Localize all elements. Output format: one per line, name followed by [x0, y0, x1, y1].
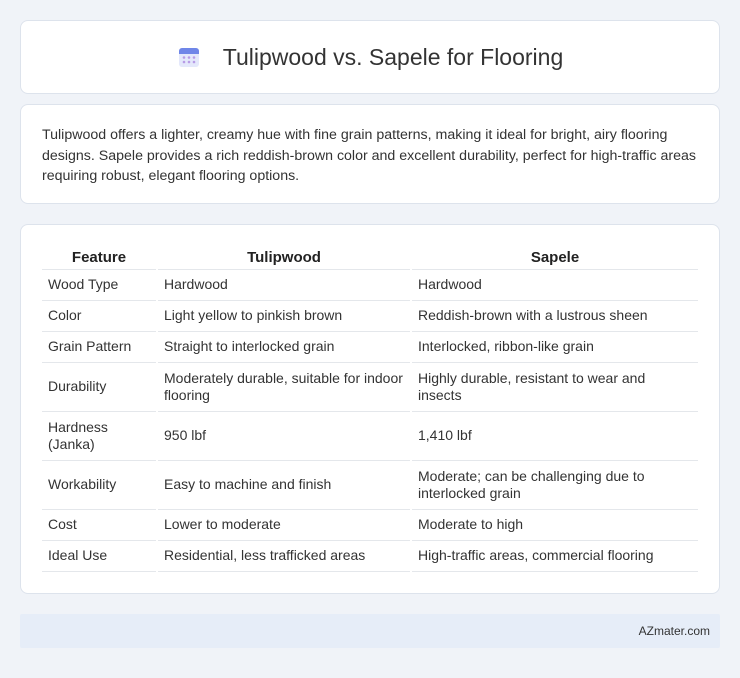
table-cell: Highly durable, resistant to wear and in…	[410, 362, 698, 412]
table-row: Durability Moderately durable, suitable …	[42, 362, 698, 412]
table-row: Ideal Use Residential, less trafficked a…	[42, 540, 698, 572]
table-cell: Hardwood	[410, 269, 698, 301]
table-cell: Color	[42, 300, 157, 332]
table-cell: High-traffic areas, commercial flooring	[410, 540, 698, 572]
table-cell: Moderate; can be challenging due to inte…	[410, 460, 698, 510]
column-header: Tulipwood	[156, 245, 411, 270]
column-header: Feature	[42, 245, 157, 270]
footer-brand: AZmater.com	[638, 624, 710, 638]
table-cell: Hardness (Janka)	[42, 411, 157, 461]
table-cell: Wood Type	[42, 269, 157, 301]
intro-card: Tulipwood offers a lighter, creamy hue w…	[20, 104, 720, 204]
table-row: Grain Pattern Straight to interlocked gr…	[42, 331, 698, 363]
table-row: Workability Easy to machine and finish M…	[42, 460, 698, 510]
comparison-card: Feature Tulipwood Sapele Wood Type Hardw…	[20, 224, 720, 594]
calendar-icon	[178, 48, 199, 67]
intro-text: Tulipwood offers a lighter, creamy hue w…	[42, 127, 697, 184]
table-cell: Residential, less trafficked areas	[156, 540, 411, 572]
column-header: Sapele	[410, 245, 698, 270]
table-cell: Cost	[42, 509, 157, 541]
table-cell: Interlocked, ribbon-like grain	[410, 331, 698, 363]
table-row: Wood Type Hardwood Hardwood	[42, 269, 698, 301]
table-cell: Workability	[42, 460, 157, 510]
table-cell: Lower to moderate	[156, 509, 411, 541]
table-cell: Hardwood	[156, 269, 411, 301]
comparison-table: Feature Tulipwood Sapele Wood Type Hardw…	[42, 245, 698, 572]
table-header-row: Feature Tulipwood Sapele	[42, 245, 698, 270]
page-title: Tulipwood vs. Sapele for Flooring	[222, 43, 564, 70]
table-cell: Grain Pattern	[42, 331, 157, 363]
table-cell: Ideal Use	[42, 540, 157, 572]
table-cell: Reddish-brown with a lustrous sheen	[410, 300, 698, 332]
table-cell: 1,410 lbf	[410, 411, 698, 461]
table-row: Hardness (Janka) 950 lbf 1,410 lbf	[42, 411, 698, 461]
table-cell: Light yellow to pinkish brown	[156, 300, 411, 332]
table-cell: 950 lbf	[156, 411, 411, 461]
footer: AZmater.com	[20, 614, 720, 648]
table-cell: Easy to machine and finish	[156, 460, 411, 510]
table-cell: Moderate to high	[410, 509, 698, 541]
table-cell: Durability	[42, 362, 157, 412]
table-row: Cost Lower to moderate Moderate to high	[42, 509, 698, 541]
table-row: Color Light yellow to pinkish brown Redd…	[42, 300, 698, 332]
table-cell: Straight to interlocked grain	[156, 331, 411, 363]
title-card: Tulipwood vs. Sapele for Flooring	[20, 20, 720, 94]
table-cell: Moderately durable, suitable for indoor …	[156, 362, 411, 412]
